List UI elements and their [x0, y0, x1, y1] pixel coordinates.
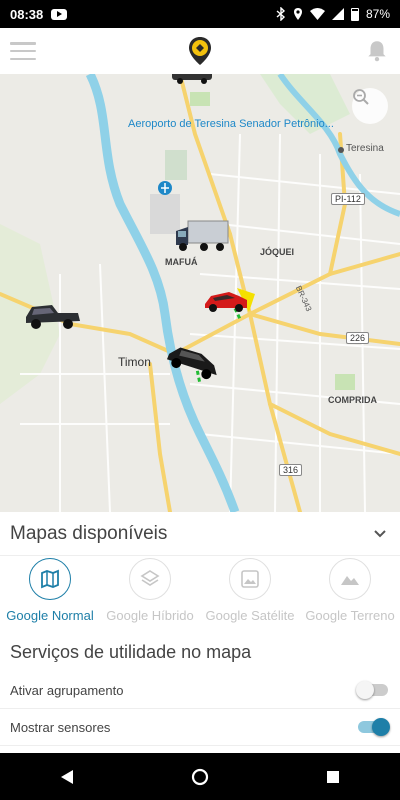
map-canvas [0, 74, 400, 512]
services-title: Serviços de utilidade no mapa [10, 642, 252, 662]
chevron-down-icon[interactable] [370, 524, 390, 544]
sensores-switch[interactable] [356, 717, 390, 737]
recents-icon [327, 770, 340, 783]
hamburger-icon[interactable] [10, 42, 36, 60]
youtube-icon [51, 8, 68, 20]
panel-header: Mapas disponíveis [0, 512, 400, 556]
app-header [0, 28, 400, 74]
road-badge-226: 226 [346, 332, 370, 344]
map-options-panel: Mapas disponíveis Google Normal Google H… [0, 512, 400, 753]
map-type-icon-circle [229, 558, 271, 600]
terrain-icon [341, 576, 359, 585]
app-logo [189, 37, 211, 65]
road-badge-pi112: PI-112 [331, 193, 365, 205]
toggle-label: Ativar agrupamento [10, 682, 124, 698]
status-bar: 08:38 87% [0, 0, 400, 28]
home-button[interactable] [180, 757, 220, 797]
map-label-teresina: Teresina [346, 143, 384, 154]
map-label-comprida: COMPRIDA [328, 395, 377, 405]
bell-icon[interactable] [364, 38, 390, 64]
vehicle-black-car[interactable] [164, 342, 226, 382]
panel-title: Mapas disponíveis [10, 522, 168, 544]
map-label-joquei: JÓQUEI [260, 247, 295, 257]
location-icon [293, 8, 302, 20]
toggle-row-sensores: Mostrar sensores [0, 709, 400, 746]
home-icon [191, 768, 209, 785]
map-type-label: Google Normal [6, 608, 94, 623]
image-icon [241, 570, 259, 588]
back-button[interactable] [47, 757, 87, 797]
map-label-airport: Aeroporto de Teresina Senador Petrônio..… [128, 118, 334, 131]
vehicle-pickup[interactable] [22, 299, 82, 331]
map-type-icon-circle [129, 558, 171, 600]
back-icon [60, 769, 73, 784]
map-type-label: Google Híbrido [106, 608, 194, 623]
battery-level: 87% [365, 7, 390, 21]
map-view[interactable]: Aeroporto de Teresina Senador Petrônio..… [0, 74, 400, 512]
zoom-out-icon [353, 89, 369, 105]
map-icon [41, 569, 59, 589]
zoom-out-button[interactable] [352, 88, 388, 124]
battery-icon [350, 7, 359, 21]
road-badge-316: 316 [279, 464, 303, 476]
toggle-label: Mostrar sensores [10, 719, 111, 735]
agrupamento-switch[interactable] [356, 680, 390, 700]
map-type-google-hibrido[interactable]: Google Híbrido [100, 556, 200, 628]
map-type-label: Google Terreno [305, 608, 395, 623]
vehicle-top[interactable] [170, 74, 214, 84]
layers-icon [140, 570, 160, 586]
navigation-bar [0, 753, 400, 800]
status-time: 08:38 [10, 6, 44, 22]
map-type-google-normal[interactable]: Google Normal [0, 556, 100, 628]
map-type-icon-circle [29, 558, 71, 600]
map-label-mafua: MAFUÁ [165, 257, 198, 267]
map-label-timon: Timon [118, 355, 151, 369]
wifi-icon [309, 8, 325, 20]
map-type-label: Google Satélite [205, 608, 295, 623]
map-type-icon-circle [329, 558, 371, 600]
map-type-selector: Google Normal Google Híbrido Google Saté… [0, 556, 400, 628]
vehicle-red-car[interactable] [203, 286, 259, 316]
toggle-row-agrupamento: Ativar agrupamento [0, 672, 400, 709]
map-type-google-terreno[interactable]: Google Terreno [300, 556, 400, 628]
signal-icon [331, 8, 344, 20]
recents-button[interactable] [313, 757, 353, 797]
map-type-google-satelite[interactable]: Google Satélite [200, 556, 300, 628]
vehicle-truck[interactable] [174, 219, 230, 253]
bluetooth-icon [276, 7, 285, 21]
